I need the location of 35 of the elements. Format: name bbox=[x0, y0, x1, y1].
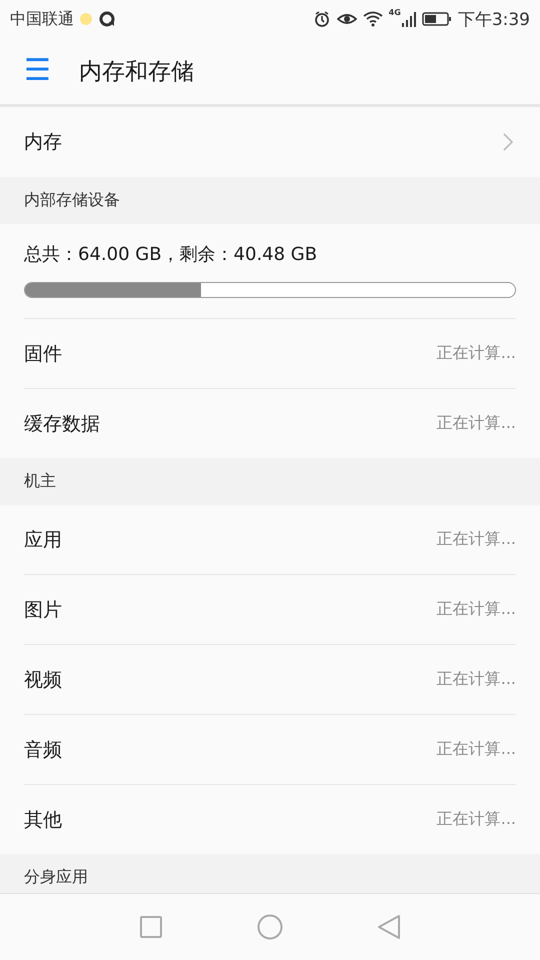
row-label: 缓存数据 bbox=[24, 412, 100, 436]
row-label: 其他 bbox=[24, 808, 62, 832]
row-value: 正在计算... bbox=[436, 809, 516, 830]
row-value: 正在计算... bbox=[436, 529, 516, 550]
battery-icon bbox=[422, 11, 452, 27]
alarm-clock-icon bbox=[312, 10, 331, 28]
carrier-name: 中国联通 bbox=[10, 8, 74, 30]
row-label: 音频 bbox=[24, 738, 62, 762]
row-value: 正在计算... bbox=[436, 343, 516, 364]
home-icon[interactable] bbox=[257, 914, 283, 940]
eye-icon bbox=[336, 11, 357, 27]
chevron-right-icon bbox=[502, 132, 514, 152]
page-title: 内存和存储 bbox=[78, 58, 194, 86]
section-header: 机主 bbox=[0, 458, 540, 505]
row-value: 正在计算... bbox=[436, 599, 516, 620]
row-label: 图片 bbox=[24, 598, 62, 622]
notification-dot bbox=[80, 13, 92, 25]
recent-apps-icon[interactable] bbox=[139, 915, 163, 939]
storage-summary: 总共：64.00 GB，剩余：40.48 GB bbox=[24, 243, 318, 267]
network-type: 4G bbox=[388, 8, 401, 17]
row-value: 正在计算... bbox=[436, 739, 516, 760]
section-header: 分身应用 bbox=[0, 854, 540, 893]
row-value: 正在计算... bbox=[436, 413, 516, 434]
row-label: 视频 bbox=[24, 668, 62, 692]
row-label: 固件 bbox=[24, 342, 62, 366]
memory-row[interactable]: 内存 bbox=[0, 107, 540, 177]
row-label: 应用 bbox=[24, 528, 62, 552]
clock-time: 下午3:39 bbox=[458, 8, 530, 30]
row-label: 内存 bbox=[24, 130, 62, 155]
section-header: 内部存储设备 bbox=[0, 177, 540, 224]
row-value: 正在计算... bbox=[436, 669, 516, 690]
chat-bubble-icon bbox=[98, 10, 116, 28]
wifi-icon bbox=[362, 11, 383, 27]
signal-icon bbox=[402, 11, 416, 27]
back-icon[interactable] bbox=[377, 914, 401, 940]
